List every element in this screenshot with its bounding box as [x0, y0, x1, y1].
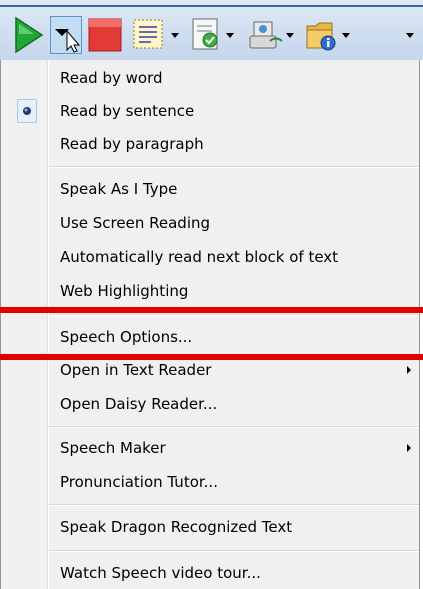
play-icon: [15, 16, 44, 54]
overflow-dropdown-button[interactable]: [362, 16, 423, 54]
document-check-button[interactable]: [188, 16, 240, 54]
menu-item-label: Read by word: [60, 69, 163, 87]
menu-item-label: Watch Speech video tour...: [60, 564, 261, 582]
menu-item-label: Speak As I Type: [60, 180, 178, 198]
menu-separator: [49, 504, 419, 506]
menu-item-speak-as-i-type[interactable]: Speak As I Type: [1, 174, 419, 204]
menu-item-label: Speech Maker: [60, 439, 166, 457]
speaker-audio-icon: [249, 21, 294, 49]
submenu-arrow-icon: [407, 366, 411, 374]
menu-separator: [49, 166, 419, 168]
annotation-red-line-top: [0, 307, 423, 313]
chevron-down-icon: [406, 33, 414, 38]
speech-audio-button[interactable]: [246, 16, 298, 54]
annotation-red-line-bottom: [0, 354, 423, 360]
menu-item-speech-maker[interactable]: Speech Maker: [1, 433, 419, 463]
menu-item-label: Web Highlighting: [60, 282, 189, 300]
folder-info-button[interactable]: [304, 16, 356, 54]
stop-button[interactable]: [86, 16, 122, 54]
stop-icon: [88, 18, 122, 52]
menu-item-watch-speech-video-tour[interactable]: Watch Speech video tour...: [1, 558, 419, 588]
toolbar-top-border: [0, 5, 423, 7]
document-check-icon: [192, 18, 234, 50]
menu-item-automatically-read-next-block[interactable]: Automatically read next block of text: [1, 242, 419, 272]
radio-bullet-icon: [23, 107, 31, 115]
menu-item-web-highlighting[interactable]: Web Highlighting: [1, 276, 419, 306]
menu-item-label: Speech Options...: [60, 328, 193, 346]
menu-item-open-daisy-reader[interactable]: Open Daisy Reader...: [1, 389, 419, 419]
play-button[interactable]: [10, 16, 48, 54]
menu-item-speak-dragon-recognized-text[interactable]: Speak Dragon Recognized Text: [1, 512, 419, 542]
folder-info-icon: [306, 22, 350, 51]
menu-item-read-by-paragraph[interactable]: Read by paragraph: [1, 129, 419, 159]
menu-item-label: Pronunciation Tutor...: [60, 473, 218, 491]
menu-item-label: Open Daisy Reader...: [60, 395, 218, 413]
highlight-text-icon: [133, 19, 179, 49]
menu-item-speech-options[interactable]: Speech Options...: [1, 322, 419, 352]
highlight-button[interactable]: [131, 16, 183, 54]
menu-item-read-by-word[interactable]: Read by word: [1, 63, 419, 93]
menu-item-label: Automatically read next block of text: [60, 248, 339, 266]
menu-separator: [49, 426, 419, 428]
menu-separator: [49, 550, 419, 552]
play-dropdown-button[interactable]: [50, 16, 82, 54]
menu-item-label: Use Screen Reading: [60, 214, 211, 232]
speech-dropdown-menu: Read by word Read by sentence Read by pa…: [0, 60, 420, 589]
toolbar: [0, 0, 423, 60]
menu-item-pronunciation-tutor[interactable]: Pronunciation Tutor...: [1, 467, 419, 497]
menu-item-read-by-sentence[interactable]: Read by sentence: [1, 96, 419, 126]
menu-item-use-screen-reading[interactable]: Use Screen Reading: [1, 208, 419, 238]
dropdown-arrow-icon: [55, 29, 81, 53]
menu-item-label: Read by paragraph: [60, 135, 204, 153]
submenu-arrow-icon: [407, 444, 411, 452]
menu-item-label: Speak Dragon Recognized Text: [60, 518, 293, 536]
menu-item-label: Read by sentence: [60, 102, 195, 120]
menu-separator: [49, 314, 419, 316]
